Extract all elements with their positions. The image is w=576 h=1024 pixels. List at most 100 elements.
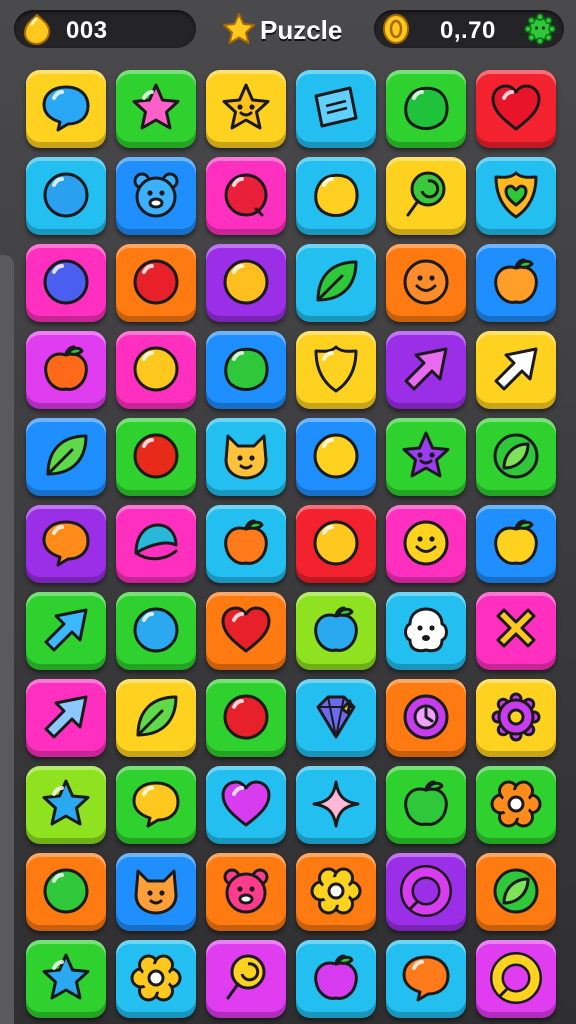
star-face-icon [222, 83, 270, 130]
side-panel-edge [0, 255, 14, 1024]
tile[interactable] [386, 157, 466, 235]
leaf-icon [46, 434, 88, 476]
tile[interactable] [386, 679, 466, 757]
tile[interactable] [296, 766, 376, 844]
tile[interactable] [26, 70, 106, 148]
tile[interactable] [476, 505, 556, 583]
tile[interactable] [296, 679, 376, 757]
top-hud: 003 Puzcle 0,.70 [0, 0, 576, 58]
tile[interactable] [476, 766, 556, 844]
tile[interactable] [116, 70, 196, 148]
tile[interactable] [206, 157, 286, 235]
tile[interactable] [296, 157, 376, 235]
tile[interactable] [296, 940, 376, 1018]
tile[interactable] [386, 592, 466, 670]
tile[interactable] [476, 70, 556, 148]
blob-icon [224, 347, 269, 391]
tile[interactable] [476, 418, 556, 496]
puzzle-board [14, 60, 564, 1024]
tile[interactable] [116, 418, 196, 496]
fruit-icon [44, 345, 88, 391]
tile[interactable] [296, 244, 376, 322]
tile[interactable] [206, 418, 286, 496]
fruit-icon [314, 954, 358, 1000]
tile[interactable] [116, 853, 196, 931]
tile[interactable] [26, 940, 106, 1018]
bear-icon [223, 868, 269, 914]
star-icon [132, 83, 180, 130]
tile[interactable] [476, 331, 556, 409]
tile[interactable] [116, 940, 196, 1018]
flower-icon [130, 954, 182, 1002]
tile[interactable] [26, 505, 106, 583]
ball-icon [43, 259, 89, 305]
tile[interactable] [26, 679, 106, 757]
gem-icon [316, 695, 356, 739]
tile[interactable] [476, 157, 556, 235]
lollipop-icon [226, 954, 266, 1000]
tile[interactable] [476, 244, 556, 322]
heart-icon [221, 780, 271, 827]
arrow-icon [44, 695, 88, 739]
ball-icon [133, 607, 179, 653]
tile[interactable] [296, 70, 376, 148]
leaf-ball-icon [493, 868, 539, 914]
bubble-icon [402, 955, 450, 1002]
tile[interactable] [296, 505, 376, 583]
tile[interactable] [206, 331, 286, 409]
tile[interactable] [386, 418, 466, 496]
flower-icon [310, 867, 362, 915]
tile[interactable] [26, 331, 106, 409]
fruit-icon [494, 519, 538, 565]
tile[interactable] [26, 592, 106, 670]
tile[interactable] [116, 331, 196, 409]
tile[interactable] [26, 244, 106, 322]
ghost-icon [404, 607, 448, 653]
tile[interactable] [386, 505, 466, 583]
tile[interactable] [206, 940, 286, 1018]
tile[interactable] [116, 157, 196, 235]
settings-gear-icon[interactable] [524, 13, 556, 45]
tile[interactable] [386, 244, 466, 322]
tile[interactable] [206, 679, 286, 757]
tile[interactable] [116, 766, 196, 844]
tile[interactable] [206, 244, 286, 322]
tile[interactable] [296, 418, 376, 496]
tile[interactable] [116, 679, 196, 757]
tile[interactable] [206, 766, 286, 844]
tile[interactable] [116, 592, 196, 670]
fruit-icon [404, 780, 448, 826]
tile[interactable] [386, 853, 466, 931]
tile[interactable] [476, 592, 556, 670]
gem-icon [23, 13, 51, 46]
tile[interactable] [386, 331, 466, 409]
tile[interactable] [476, 853, 556, 931]
tile[interactable] [206, 853, 286, 931]
tile[interactable] [386, 70, 466, 148]
arrow-icon [494, 347, 538, 391]
ring-icon [490, 952, 542, 1004]
tile[interactable] [296, 592, 376, 670]
tile[interactable] [116, 505, 196, 583]
tile[interactable] [386, 766, 466, 844]
tile[interactable] [386, 940, 466, 1018]
tile[interactable] [26, 418, 106, 496]
fruit-icon [314, 606, 358, 652]
tile[interactable] [206, 70, 286, 148]
tile[interactable] [26, 766, 106, 844]
shield-heart-icon [494, 171, 538, 219]
tile[interactable] [206, 505, 286, 583]
tile[interactable] [26, 853, 106, 931]
leaf-icon [316, 260, 358, 302]
tile[interactable] [116, 244, 196, 322]
tile[interactable] [476, 940, 556, 1018]
tile[interactable] [206, 592, 286, 670]
tile[interactable] [296, 853, 376, 931]
ball-icon [43, 172, 89, 218]
star-face-icon [402, 431, 450, 478]
star-icon [42, 953, 90, 1000]
tile[interactable] [26, 157, 106, 235]
tile[interactable] [296, 331, 376, 409]
star-icon [223, 13, 255, 44]
tile[interactable] [476, 679, 556, 757]
